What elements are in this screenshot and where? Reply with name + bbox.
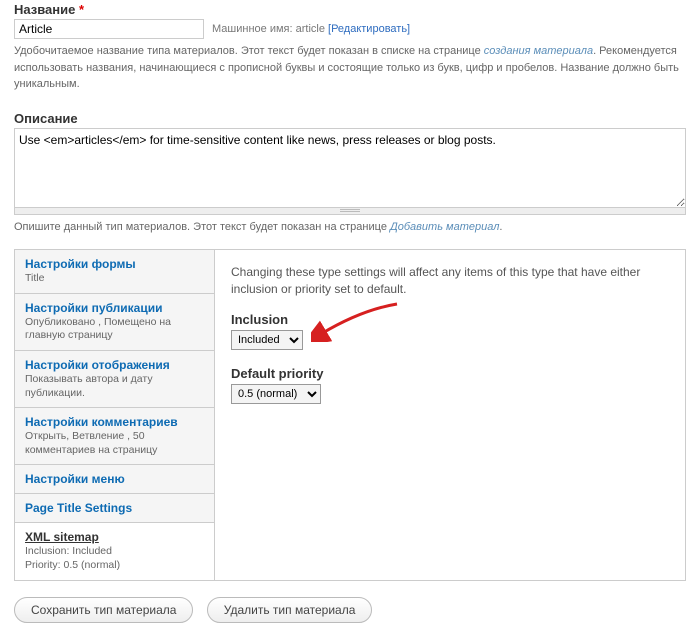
vtab-menu[interactable]: Настройки меню (15, 465, 214, 494)
description-label: Описание (14, 111, 686, 126)
vtab-title: Настройки публикации (25, 301, 204, 315)
resize-grip[interactable] (14, 208, 686, 215)
vertical-tabs: Настройки формы Title Настройки публикац… (14, 249, 686, 581)
vtab-summary: Открыть, Ветвление , 50 комментариев на … (25, 430, 204, 457)
inclusion-label: Inclusion (231, 312, 669, 327)
machine-name-prefix: Машинное имя: (212, 23, 293, 35)
pane-info: Changing these type settings will affect… (231, 264, 669, 298)
vtab-title: Настройки меню (25, 472, 204, 486)
name-input[interactable] (14, 19, 204, 39)
delete-button[interactable]: Удалить тип материала (207, 597, 373, 623)
vtab-title: XML sitemap (25, 530, 204, 544)
vtab-display[interactable]: Настройки отображения Показывать автора … (15, 351, 214, 408)
vtab-publishing[interactable]: Настройки публикации Опубликовано , Поме… (15, 294, 214, 351)
name-description: Удобочитаемое название типа материалов. … (14, 43, 686, 93)
vtab-title: Page Title Settings (25, 501, 204, 515)
vtab-summary: Опубликовано , Помещено на главную стран… (25, 316, 204, 343)
priority-group: Default priority 0.5 (normal) (231, 366, 669, 404)
priority-select[interactable]: 0.5 (normal) (231, 384, 321, 404)
vertical-tabs-list: Настройки формы Title Настройки публикац… (15, 250, 215, 580)
machine-name-edit-link[interactable]: [Редактировать] (328, 23, 410, 35)
machine-name: Машинное имя: article [Редактировать] (212, 23, 410, 35)
name-label: Название * (14, 2, 686, 17)
vtab-title: Настройки комментариев (25, 415, 204, 429)
machine-name-value: article (296, 23, 325, 35)
vertical-tabs-pane: Changing these type settings will affect… (215, 250, 685, 580)
vtab-form-settings[interactable]: Настройки формы Title (15, 250, 214, 294)
vtab-comments[interactable]: Настройки комментариев Открыть, Ветвлени… (15, 408, 214, 465)
description-textarea[interactable]: Use <em>articles</em> for time-sensitive… (14, 128, 686, 208)
name-field: Название * Машинное имя: article [Редакт… (14, 2, 686, 93)
vtab-summary: Title (25, 272, 204, 286)
vtab-title: Настройки отображения (25, 358, 204, 372)
inclusion-select[interactable]: Included (231, 330, 303, 350)
description-help: Опишите данный тип материалов. Этот текс… (14, 219, 686, 236)
description-field: Описание Use <em>articles</em> for time-… (14, 111, 686, 236)
save-button[interactable]: Сохранить тип материала (14, 597, 193, 623)
inclusion-group: Inclusion Included (231, 312, 669, 350)
priority-label: Default priority (231, 366, 669, 381)
vtab-title: Настройки формы (25, 257, 204, 271)
name-label-text: Название (14, 2, 75, 17)
vtab-page-title[interactable]: Page Title Settings (15, 494, 214, 523)
required-marker: * (79, 2, 84, 17)
vtab-summary: Inclusion: Included Priority: 0.5 (norma… (25, 545, 204, 572)
vtab-summary: Показывать автора и дату публикации. (25, 373, 204, 400)
vtab-xml-sitemap[interactable]: XML sitemap Inclusion: Included Priority… (15, 523, 214, 579)
form-actions: Сохранить тип материала Удалить тип мате… (14, 597, 686, 623)
